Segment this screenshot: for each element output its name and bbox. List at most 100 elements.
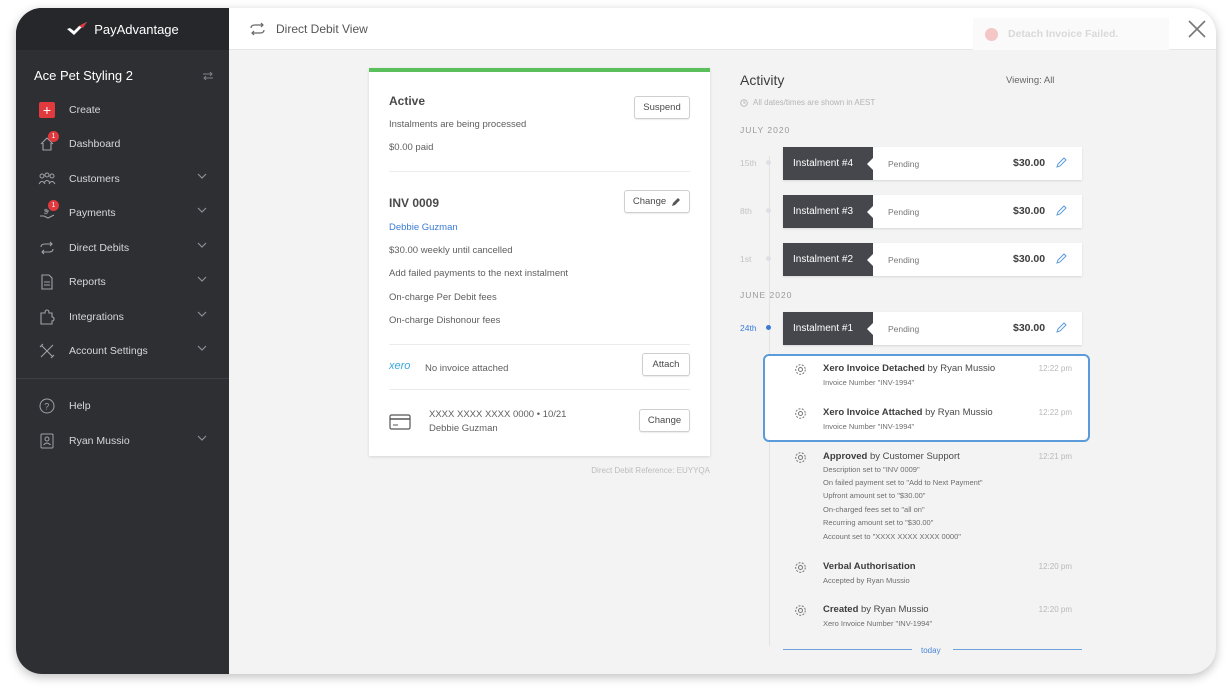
event-actor: by Customer Support	[867, 451, 960, 462]
suspend-button[interactable]: Suspend	[634, 96, 690, 119]
instalment-status: Pending	[888, 159, 920, 169]
tools-icon	[39, 343, 55, 359]
sidebar-item-label: Help	[69, 400, 91, 412]
error-icon	[985, 27, 998, 41]
change-schedule-button[interactable]: Change	[624, 190, 690, 213]
activity-event: Xero Invoice Detached by Ryan Mussio 12:…	[794, 363, 1084, 393]
event-heading: Verbal Authorisation	[823, 561, 916, 572]
chevron-down-icon[interactable]	[197, 311, 207, 317]
activity-event: Verbal Authorisation 12:20 pm Accepted b…	[794, 561, 1084, 591]
sidebar-item-user[interactable]: Ryan Mussio	[16, 424, 229, 458]
arrow-notch	[867, 206, 873, 218]
viewing-filter[interactable]: Viewing: All	[1006, 75, 1054, 86]
event-time: 12:21 pm	[1038, 452, 1072, 461]
chevron-down-icon[interactable]	[197, 242, 207, 248]
instalment-row[interactable]: Instalment #2 Pending $30.00	[783, 243, 1082, 276]
plus-icon: +	[39, 102, 55, 118]
sidebar-item-reports[interactable]: Reports	[16, 265, 229, 299]
edit-pencil-icon[interactable]	[1056, 252, 1068, 264]
toast-message: Detach Invoice Failed.	[1008, 28, 1119, 40]
puzzle-icon	[40, 309, 55, 325]
event-heading: Approved by Customer Support	[823, 451, 960, 462]
svg-text:$: $	[44, 209, 48, 216]
payadvantage-logo-icon	[67, 22, 88, 35]
sidebar-item-dashboard[interactable]: 1 Dashboard	[16, 127, 229, 161]
sidebar-item-create[interactable]: + Create	[16, 93, 229, 127]
instalment-status: Pending	[888, 255, 920, 265]
edit-pencil-icon[interactable]	[1056, 321, 1068, 333]
chevron-down-icon[interactable]	[197, 276, 207, 282]
suspend-button-label: Suspend	[643, 102, 681, 113]
sidebar-item-payments[interactable]: $ 1 Payments	[16, 196, 229, 230]
sidebar-item-account-settings[interactable]: Account Settings	[16, 334, 229, 368]
instalment-status: Pending	[888, 207, 920, 217]
attach-invoice-button[interactable]: Attach	[642, 353, 690, 376]
event-detail: On-charged fees set to "all on"	[823, 505, 925, 514]
sidebar-item-customers[interactable]: Customers	[16, 162, 229, 196]
instalment-row[interactable]: Instalment #3 Pending $30.00	[783, 195, 1082, 228]
timeline-dot	[766, 256, 771, 261]
chevron-down-icon[interactable]	[197, 345, 207, 351]
chevron-down-icon[interactable]	[197, 173, 207, 179]
month-header: JUNE 2020	[740, 290, 793, 300]
change-card-button[interactable]: Change	[639, 409, 690, 432]
edit-pencil-icon[interactable]	[1056, 156, 1068, 168]
sidebar-item-label: Direct Debits	[69, 242, 130, 254]
brand[interactable]: PayAdvantage	[16, 8, 229, 50]
edit-pencil-icon[interactable]	[1056, 204, 1068, 216]
instalment-amount: $30.00	[1013, 157, 1046, 169]
clock-icon	[740, 98, 748, 107]
instalment-date: 24th	[740, 323, 757, 333]
instalment-amount: $30.00	[1013, 322, 1046, 334]
switch-icon[interactable]	[202, 71, 214, 81]
event-heading: Created by Ryan Mussio	[823, 604, 929, 615]
sidebar-item-label: Payments	[69, 207, 116, 219]
sidebar-item-direct-debits[interactable]: Direct Debits	[16, 231, 229, 265]
organisation-switcher[interactable]: Ace Pet Styling 2	[34, 68, 214, 83]
status-subtitle: Instalments are being processed	[389, 119, 527, 130]
instalment-label: Instalment #3	[783, 195, 873, 228]
event-time: 12:22 pm	[1038, 408, 1072, 417]
event-time: 12:20 pm	[1038, 562, 1072, 571]
change-button-label: Change	[647, 415, 682, 426]
xero-logo-icon: xero	[389, 360, 411, 372]
schedule-text: $30.00 weekly until cancelled	[389, 245, 513, 256]
sidebar-item-label: Integrations	[69, 311, 124, 323]
activity-event: Approved by Customer Support 12:21 pm De…	[794, 451, 1084, 546]
instalment-status: Pending	[888, 324, 920, 334]
status-title: Active	[389, 94, 426, 108]
chevron-down-icon[interactable]	[197, 207, 207, 213]
chevron-down-icon[interactable]	[197, 435, 207, 441]
instalment-row[interactable]: Instalment #1 Pending $30.00	[783, 312, 1082, 345]
arrow-notch	[867, 323, 873, 335]
svg-text:?: ?	[44, 402, 49, 412]
brand-name: PayAdvantage	[94, 21, 179, 37]
event-action: Xero Invoice Attached	[823, 407, 923, 418]
sidebar-item-label: Create	[69, 104, 101, 116]
attach-button-label: Attach	[652, 359, 680, 370]
timezone-note: All dates/times are shown in AEST	[740, 98, 875, 107]
event-action: Created	[823, 604, 859, 615]
sidebar-item-integrations[interactable]: Integrations	[16, 300, 229, 334]
instalment-row[interactable]: Instalment #4 Pending $30.00	[783, 147, 1082, 180]
per-debit-fee-text: On-charge Per Debit fees	[389, 292, 497, 303]
notification-badge: 1	[48, 131, 59, 142]
sidebar-item-label: Dashboard	[69, 138, 121, 150]
sidebar-item-help[interactable]: ? Help	[16, 389, 229, 423]
event-detail: Upfront amount set to "$30.00"	[823, 491, 926, 500]
failed-payment-rule: Add failed payments to the next instalme…	[389, 268, 569, 279]
instalment-label: Instalment #4	[783, 147, 873, 180]
activity-title: Activity	[740, 72, 785, 88]
credit-card-icon	[389, 414, 411, 430]
customer-link[interactable]: Debbie Guzman	[389, 222, 458, 233]
instalment-label: Instalment #2	[783, 243, 873, 276]
instalment-label: Instalment #1	[783, 312, 873, 345]
sidebar-item-label: Account Settings	[69, 345, 148, 357]
event-action: Xero Invoice Detached	[823, 363, 925, 374]
paid-amount: $0.00 paid	[389, 142, 434, 153]
event-detail: Invoice Number "INV-1994"	[823, 422, 915, 431]
change-button-label: Change	[632, 196, 667, 207]
event-time: 12:20 pm	[1038, 605, 1072, 614]
close-icon[interactable]	[1188, 20, 1206, 38]
instalment-amount: $30.00	[1013, 205, 1046, 217]
